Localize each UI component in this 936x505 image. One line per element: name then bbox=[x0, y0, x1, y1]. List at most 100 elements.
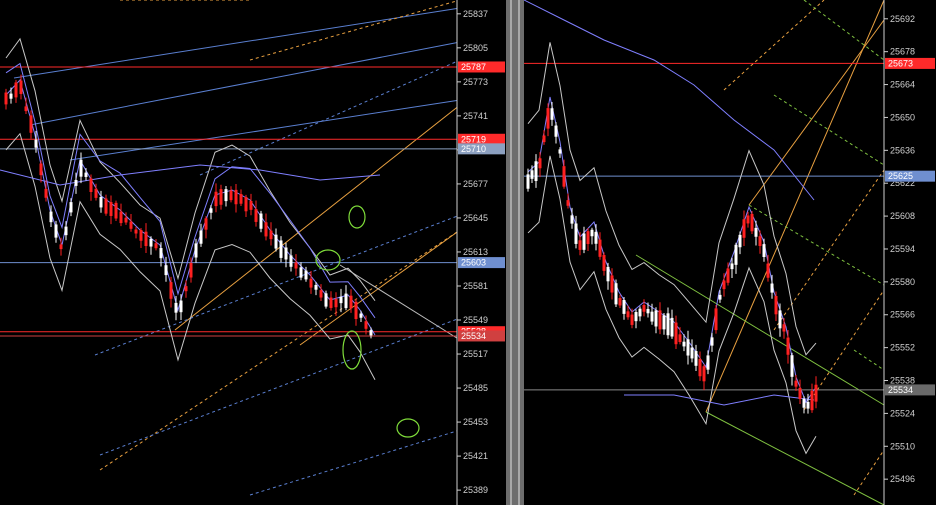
annotation-circle[interactable] bbox=[315, 249, 341, 271]
bollinger-lower-band bbox=[527, 155, 817, 455]
bull-candle bbox=[314, 284, 318, 290]
fib-channel-line bbox=[853, 449, 885, 496]
bull-candle bbox=[646, 308, 650, 314]
bull-candle bbox=[64, 226, 68, 236]
bear-candle bbox=[598, 239, 602, 257]
chart-pane-left[interactable]: 2583725805257732574125709256772564525613… bbox=[0, 0, 506, 505]
annotation-circle[interactable] bbox=[348, 205, 366, 229]
bear-candle bbox=[249, 201, 253, 210]
bull-candle bbox=[259, 213, 263, 229]
pane-splitter[interactable] bbox=[506, 0, 524, 505]
fib-channel-line bbox=[705, 0, 885, 413]
bull-candle bbox=[74, 180, 78, 186]
bear-candle bbox=[354, 301, 358, 320]
fib-channel-line bbox=[773, 94, 885, 166]
annotation-circle[interactable] bbox=[396, 418, 420, 438]
bull-candle bbox=[650, 311, 654, 322]
bear-candle bbox=[542, 135, 546, 143]
price-tick-label: 25566 bbox=[890, 310, 915, 320]
price-tick-label: 25421 bbox=[463, 451, 488, 461]
moving-average-line bbox=[0, 164, 381, 186]
bear-candle bbox=[169, 282, 173, 299]
price-tick-label: 25773 bbox=[463, 77, 488, 87]
bear-candle bbox=[562, 166, 566, 187]
bear-candle bbox=[586, 231, 590, 245]
bull-candle bbox=[574, 223, 578, 244]
bear-candle bbox=[219, 189, 223, 205]
chart-pane-right[interactable]: 25692 25678 25664 25650 25636 25622 25608 25594… bbox=[524, 0, 936, 505]
price-tick-label: 25453 bbox=[463, 417, 488, 427]
moving-average-line bbox=[624, 394, 815, 406]
price-tick-label: 25645 bbox=[463, 213, 488, 223]
fib-channel-line bbox=[853, 349, 885, 371]
bull-candle bbox=[614, 283, 618, 305]
bear-candle bbox=[29, 115, 33, 133]
bear-candle bbox=[602, 255, 606, 271]
bear-candle bbox=[14, 82, 18, 98]
price-tick-label: 25741 bbox=[463, 111, 488, 121]
bear-candle bbox=[244, 197, 248, 212]
fib-channel-line bbox=[803, 0, 885, 61]
bear-candle bbox=[678, 334, 682, 343]
bear-candle bbox=[214, 191, 218, 207]
bull-candle bbox=[638, 308, 642, 317]
bear-candle bbox=[758, 236, 762, 246]
price-tick-label: 25677 bbox=[463, 179, 488, 189]
bear-candle bbox=[269, 230, 273, 240]
bear-candle bbox=[610, 275, 614, 293]
bull-candle bbox=[289, 255, 293, 267]
bear-candle bbox=[134, 229, 138, 234]
bear-candle bbox=[658, 310, 662, 330]
bull-candle bbox=[274, 234, 278, 249]
bull-candle bbox=[530, 170, 534, 179]
price-tag-label: 25710 bbox=[461, 144, 486, 154]
price-tick-label: 25552 bbox=[890, 343, 915, 353]
bear-candle bbox=[746, 215, 750, 224]
bear-candle bbox=[546, 108, 550, 129]
bear-candle bbox=[129, 221, 133, 229]
price-tick-label: 25485 bbox=[463, 383, 488, 393]
moving-average-line bbox=[524, 0, 815, 201]
price-chart-left[interactable]: 2583725805257732574125709256772564525613… bbox=[0, 0, 506, 505]
bull-candle bbox=[164, 265, 168, 276]
bull-candle bbox=[762, 244, 766, 258]
bull-candle bbox=[99, 197, 103, 208]
bear-candle bbox=[189, 262, 193, 278]
price-tick-label: 25650 bbox=[890, 112, 915, 122]
bull-candle bbox=[706, 355, 710, 370]
bear-candle bbox=[229, 190, 233, 201]
bear-candle bbox=[24, 106, 28, 112]
bull-candle bbox=[359, 313, 363, 318]
bull-candle bbox=[634, 312, 638, 322]
trend-line bbox=[339, 264, 461, 341]
bear-candle bbox=[814, 384, 818, 402]
bear-candle bbox=[59, 244, 63, 250]
bull-candle bbox=[590, 229, 594, 237]
price-tag-label: 25625 bbox=[888, 171, 913, 181]
price-tick-label: 25510 bbox=[890, 441, 915, 451]
fib-channel-line bbox=[299, 229, 461, 346]
bull-candle bbox=[570, 215, 574, 224]
fib-channel-line bbox=[99, 229, 461, 471]
bear-candle bbox=[119, 211, 123, 224]
bear-candle bbox=[39, 163, 43, 176]
price-tag-label: 25534 bbox=[461, 331, 486, 341]
bear-candle bbox=[264, 222, 268, 237]
bull-candle bbox=[9, 93, 13, 99]
fib-channel-line bbox=[249, 0, 461, 61]
bull-candle bbox=[194, 243, 198, 258]
bull-candle bbox=[84, 172, 88, 177]
price-chart-right[interactable]: 2569225678256642565025636256222560825594… bbox=[524, 0, 936, 505]
bear-candle bbox=[794, 380, 798, 387]
price-tag-label: 25603 bbox=[461, 258, 486, 268]
price-tick-label: 25580 bbox=[890, 277, 915, 287]
projection-line bbox=[249, 429, 461, 496]
bull-candle bbox=[582, 233, 586, 250]
projection-line bbox=[99, 317, 461, 456]
bear-candle bbox=[364, 321, 368, 329]
bear-candle bbox=[144, 231, 148, 247]
bull-candle bbox=[69, 202, 73, 213]
price-tick-label: 25581 bbox=[463, 281, 488, 291]
price-tick-label: 25636 bbox=[890, 145, 915, 155]
bear-candle bbox=[4, 92, 8, 105]
